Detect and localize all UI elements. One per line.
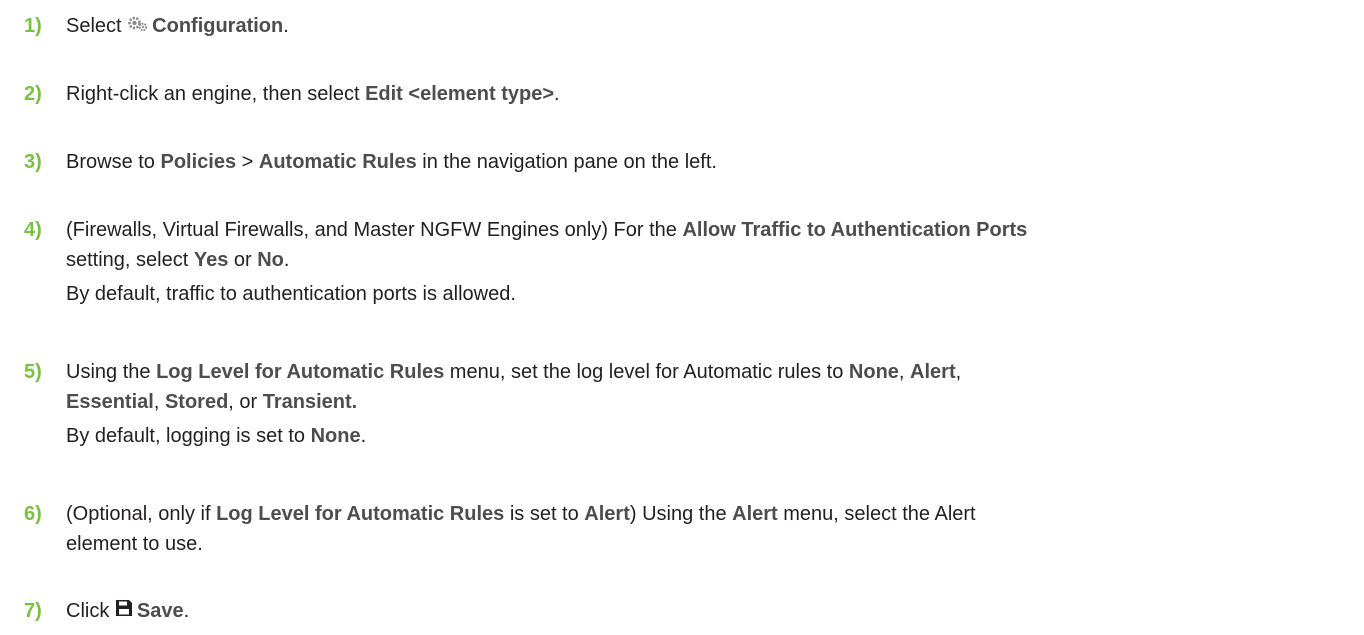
ui-term: Stored: [164, 391, 229, 413]
step-text-line: Essential, Stored, or Transient.: [66, 388, 357, 416]
step-number: 4): [24, 219, 42, 241]
step-text: , or: [228, 391, 263, 413]
ui-term: Allow Traffic to Authentication Ports: [682, 219, 1028, 241]
step-text-line: Right-click an engine, then select Edit …: [66, 80, 560, 108]
ui-term: Save: [136, 600, 184, 622]
step-text: ,: [153, 391, 165, 413]
step-text-line: Click Save.: [66, 597, 189, 625]
save-icon: [115, 597, 133, 625]
step-text: Click: [66, 600, 115, 622]
step-text-line: (Firewalls, Virtual Firewalls, and Maste…: [66, 216, 1027, 244]
step-number: 7): [24, 600, 42, 622]
step-text: is set to: [504, 503, 585, 525]
step-number: 3): [24, 151, 42, 173]
step-text: .: [183, 600, 190, 622]
step-text-line: By default, logging is set to None.: [66, 422, 366, 450]
step-text-line: element to use.: [66, 530, 203, 558]
step-text-line: Select Configuration.: [66, 12, 289, 40]
ui-term: Alert: [732, 503, 778, 525]
step-text: in the navigation pane on the left.: [416, 151, 717, 173]
document-page: { "steps": [ { "num": "1)", "lines": [ […: [0, 0, 1364, 635]
step-text: Select: [66, 15, 128, 37]
step-text: .: [554, 83, 560, 105]
step-number: 2): [24, 83, 42, 105]
step-text-line: Browse to Policies > Automatic Rules in …: [66, 148, 717, 176]
gear-icon: [127, 12, 149, 40]
step-text-line: setting, select Yes or No.: [66, 246, 289, 274]
step-number: 5): [24, 361, 42, 383]
step-text: .: [360, 425, 367, 447]
ui-term: Configuration: [152, 15, 284, 37]
step-text: or: [228, 249, 258, 271]
step-text: (Firewalls, Virtual Firewalls, and Maste…: [66, 219, 683, 241]
step-text: .: [283, 15, 289, 37]
step-text-line: By default, traffic to authentication po…: [66, 280, 516, 308]
ui-term: Policies: [160, 151, 237, 173]
ui-term: None: [848, 361, 899, 383]
ui-term: Log Level for Automatic Rules: [156, 361, 445, 383]
step-text: ,: [898, 361, 911, 383]
ui-term: Edit <element type>: [365, 83, 555, 105]
ui-term: No: [257, 249, 284, 271]
step-text: .: [283, 249, 290, 271]
step-text: >: [236, 151, 259, 173]
step-text-line: Using the Log Level for Automatic Rules …: [66, 358, 961, 386]
ui-term: Log Level for Automatic Rules: [216, 503, 505, 525]
step-number: 1): [24, 15, 42, 37]
ui-term: Alert: [584, 503, 630, 525]
step-text-line: (Optional, only if Log Level for Automat…: [66, 500, 976, 528]
step-text: By default, traffic to authentication po…: [66, 283, 516, 305]
step-text: menu, set the log level for Automatic ru…: [444, 361, 849, 383]
ui-term: Essential: [66, 391, 154, 413]
step-text: By default, logging is set to: [66, 425, 311, 447]
step-text: Right-click an engine, then select: [66, 83, 366, 105]
ui-term: Alert: [910, 361, 956, 383]
step-text: ,: [955, 361, 962, 383]
step-text: Using the: [66, 361, 157, 383]
step-text: (Optional, only if: [66, 503, 217, 525]
step-text: setting, select: [66, 249, 194, 271]
step-text: element to use.: [66, 533, 203, 555]
step-text: Browse to: [66, 151, 161, 173]
step-text: ) Using the: [629, 503, 733, 525]
ui-term: Yes: [193, 249, 229, 271]
step-number: 6): [24, 503, 42, 525]
ui-term: Automatic Rules: [258, 151, 417, 173]
step-text: menu, select the Alert: [777, 503, 976, 525]
ui-term: Transient.: [262, 391, 358, 413]
ui-term: None: [310, 425, 361, 447]
